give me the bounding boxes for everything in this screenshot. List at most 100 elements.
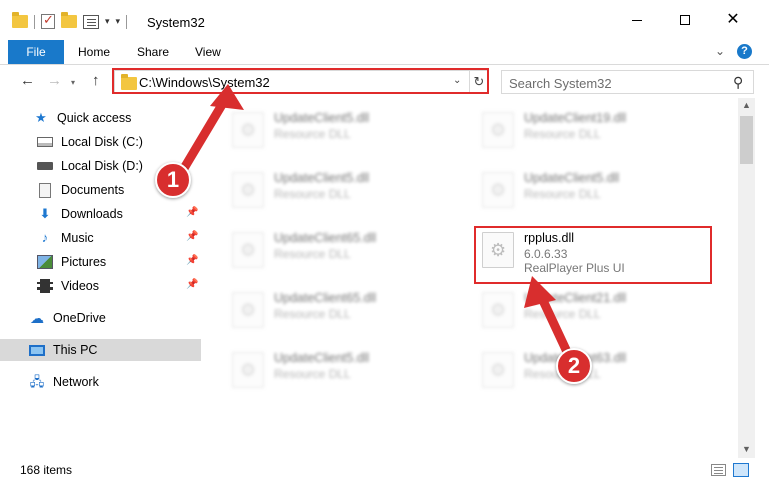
dll-file-icon: [482, 352, 514, 388]
pin-icon[interactable]: 📌: [186, 231, 198, 242]
close-icon: ✕: [726, 11, 740, 28]
step-1-badge: 1: [155, 162, 191, 198]
sidebar-item-label: Quick access: [57, 111, 132, 125]
forward-arrow-icon[interactable]: →: [47, 72, 62, 89]
chevron-down-icon[interactable]: ▾: [105, 16, 110, 27]
details-view-icon[interactable]: [711, 464, 726, 476]
sidebar-item-label: Documents: [61, 183, 125, 197]
scroll-down-icon[interactable]: ▼: [742, 444, 751, 454]
large-icons-view-icon[interactable]: [733, 463, 749, 477]
dll-file-icon: [232, 232, 264, 268]
sidebar-item-label: OneDrive: [53, 311, 106, 325]
folder-icon[interactable]: [12, 12, 28, 28]
pin-icon[interactable]: 📌: [186, 255, 198, 266]
file-highlight-box: [474, 226, 712, 284]
new-folder-icon[interactable]: [61, 12, 77, 28]
tab-view[interactable]: View: [195, 40, 221, 64]
list-item[interactable]: UpdateClient65.dll Resource DLL: [226, 286, 456, 334]
tab-share[interactable]: Share: [137, 40, 169, 64]
maximize-button[interactable]: [675, 10, 695, 30]
expand-ribbon-icon[interactable]: ⌄: [715, 44, 725, 58]
list-item[interactable]: UpdateClient21.dll Resource DLL: [476, 286, 706, 334]
dll-file-icon: [232, 112, 264, 148]
item-count: 168 items: [20, 463, 73, 477]
customize-toolbar-icon[interactable]: ▾: [116, 16, 121, 27]
file-name: UpdateClient5.dll: [274, 351, 370, 365]
minimize-button[interactable]: [627, 10, 647, 30]
file-type: Resource DLL: [274, 187, 351, 201]
file-name: UpdateClient19.dll: [524, 111, 627, 125]
vertical-scrollbar[interactable]: ▲ ▼: [738, 98, 755, 458]
file-name: UpdateClient65.dll: [274, 291, 377, 305]
sidebar-item-music[interactable]: ♪ Music 📌: [0, 227, 201, 249]
sidebar-item-pictures[interactable]: Pictures 📌: [0, 251, 201, 273]
cloud-icon: ☁: [30, 310, 44, 326]
file-type: Resource DLL: [524, 127, 601, 141]
documents-icon: [39, 182, 51, 198]
sidebar-item-label: This PC: [53, 343, 98, 357]
videos-icon: [37, 279, 53, 293]
download-icon: ⬇: [39, 206, 51, 221]
drive-icon: [37, 162, 53, 170]
step-2-badge: 2: [556, 348, 592, 384]
pictures-icon: [37, 255, 53, 269]
file-type: Resource DLL: [274, 307, 351, 321]
close-button[interactable]: ✕: [723, 10, 743, 30]
search-input[interactable]: Search System32: [509, 76, 612, 91]
maximize-icon: [680, 15, 690, 25]
title-bar: ▾ ▾ System32 ✕: [0, 0, 769, 44]
back-arrow-icon[interactable]: ←: [20, 72, 35, 89]
file-type: Resource DLL: [524, 187, 601, 201]
list-item[interactable]: UpdateClient19.dll Resource DLL: [476, 106, 706, 154]
file-name: UpdateClient5.dll: [524, 171, 620, 185]
sidebar-item-network[interactable]: 🖧 Network: [0, 371, 201, 393]
sidebar-item-label: Local Disk (C:): [61, 135, 143, 149]
help-icon[interactable]: ?: [737, 44, 752, 59]
pin-icon[interactable]: 📌: [186, 279, 198, 290]
sidebar-item-label: Downloads: [61, 207, 123, 221]
properties-list-icon[interactable]: [83, 14, 99, 29]
list-item[interactable]: UpdateClient5.dll Resource DLL: [226, 346, 456, 394]
scroll-up-icon[interactable]: ▲: [742, 100, 751, 110]
file-type: Resource DLL: [274, 247, 351, 261]
properties-check-icon[interactable]: [41, 12, 55, 29]
list-item[interactable]: UpdateClient5.dll Resource DLL: [226, 166, 456, 214]
toolbar-separator: [34, 14, 35, 29]
sidebar-item-label: Videos: [61, 279, 99, 293]
sidebar-item-videos[interactable]: Videos 📌: [0, 275, 201, 297]
computer-icon: [29, 344, 45, 356]
dll-file-icon: [482, 172, 514, 208]
navigation-pane: ★ Quick access Local Disk (C:) Local Dis…: [0, 98, 206, 458]
file-name: UpdateClient5.dll: [274, 171, 370, 185]
sidebar-item-quick-access[interactable]: ★ Quick access: [0, 107, 201, 129]
status-bar: 168 items: [0, 458, 769, 496]
dll-file-icon: [232, 172, 264, 208]
pin-icon[interactable]: 📌: [186, 207, 198, 218]
address-highlight-box: [112, 68, 489, 94]
recent-locations-icon[interactable]: ▾: [71, 78, 75, 87]
file-name: UpdateClient65.dll: [274, 231, 377, 245]
ribbon-tabs: File Home Share View ⌄ ?: [0, 40, 769, 65]
sidebar-item-label: Music: [61, 231, 94, 245]
sidebar-item-local-disk-c[interactable]: Local Disk (C:): [0, 131, 201, 153]
list-item[interactable]: UpdateClient5.dll Resource DLL: [476, 166, 706, 214]
toolbar-separator: [126, 14, 128, 29]
sidebar-item-this-pc[interactable]: This PC: [0, 339, 201, 361]
quick-access-toolbar: ▾ ▾: [12, 12, 128, 29]
scrollbar-thumb[interactable]: [740, 116, 753, 164]
sidebar-item-label: Pictures: [61, 255, 107, 269]
sidebar-item-downloads[interactable]: ⬇ Downloads 📌: [0, 203, 201, 225]
dll-file-icon: [232, 292, 264, 328]
list-item[interactable]: UpdateClient5.dll Resource DLL: [226, 106, 456, 154]
sidebar-item-onedrive[interactable]: ☁ OneDrive: [0, 307, 201, 329]
tab-file[interactable]: File: [8, 40, 64, 64]
tab-home[interactable]: Home: [78, 40, 110, 64]
file-name: UpdateClient21.dll: [524, 291, 627, 305]
list-item[interactable]: UpdateClient65.dll Resource DLL: [226, 226, 456, 274]
file-type: Resource DLL: [524, 307, 601, 321]
window-title: System32: [147, 15, 205, 30]
search-box[interactable]: Search System32 ⚲: [501, 70, 754, 94]
up-arrow-icon[interactable]: ↑: [92, 72, 100, 89]
drive-icon: [37, 137, 53, 147]
search-icon[interactable]: ⚲: [733, 74, 743, 91]
